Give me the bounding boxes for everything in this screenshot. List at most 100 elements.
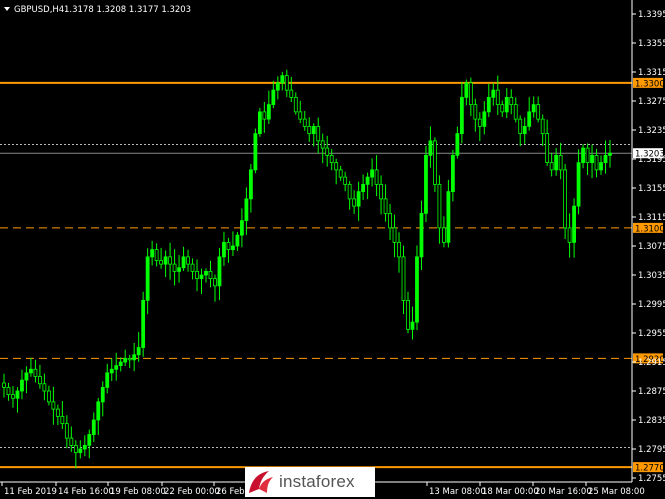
candle-body <box>334 162 339 171</box>
price-tick-label: 1.3315 <box>638 68 665 78</box>
candle-body <box>118 361 123 367</box>
candle-body <box>172 263 177 272</box>
logo-text: instaforex <box>279 472 355 491</box>
candle-body <box>78 448 83 454</box>
candle-body <box>271 89 276 106</box>
candle-body <box>365 176 370 185</box>
candle-body <box>69 437 74 446</box>
candle-body <box>504 96 509 113</box>
candle-body <box>293 96 298 113</box>
candle-body <box>253 133 258 171</box>
candle-body <box>576 162 581 207</box>
candle-body <box>446 191 451 243</box>
price-tick-label: 1.2955 <box>638 329 665 339</box>
symbol-label: GBPUSD,H4 <box>14 5 64 15</box>
candle-body <box>109 368 114 374</box>
candle-body <box>127 357 132 361</box>
candle-body <box>82 444 87 450</box>
candle-body <box>199 274 204 280</box>
candle-body <box>55 408 60 417</box>
candle-body <box>87 434 92 446</box>
instaforex-logo: instaforex <box>245 467 375 497</box>
time-tick-label: 22 Feb 00:00 <box>164 487 220 497</box>
candle-body <box>540 118 545 135</box>
candle-body <box>356 191 361 207</box>
candle-body <box>186 256 190 265</box>
candle-body <box>163 256 168 265</box>
level-price-tag-label: 1.2770 <box>635 464 665 474</box>
candle-body <box>513 104 518 120</box>
price-tick-label: 1.2755 <box>638 474 665 484</box>
price-tick-label: 1.3235 <box>638 126 665 136</box>
candle-body <box>464 82 469 98</box>
candle-body <box>33 368 38 377</box>
candle-body <box>150 249 155 258</box>
candle-body <box>419 212 424 258</box>
candle-body <box>231 245 235 251</box>
candle-body <box>459 96 464 135</box>
price-tick-label: 1.3275 <box>638 97 665 107</box>
candle-body <box>177 267 181 272</box>
candle-body <box>450 154 455 193</box>
candle-body <box>442 227 446 243</box>
candle-body <box>383 198 388 214</box>
candle-body <box>204 270 208 276</box>
candle-body <box>437 183 442 229</box>
price-chart[interactable]: 1.33001.31001.29201.2770 1.33951.33551.3… <box>0 0 665 499</box>
candle-body <box>64 423 69 439</box>
candle-body <box>585 147 590 164</box>
candle-body <box>527 111 532 127</box>
price-tick-label: 1.3395 <box>638 10 665 20</box>
candle-body <box>181 256 186 269</box>
time-tick-label: 25 Mar 08:00 <box>588 487 645 497</box>
candle-body <box>392 227 397 243</box>
time-tick-label: 18 Mar 00:00 <box>482 487 539 497</box>
candle-body <box>320 140 325 149</box>
candle-body <box>266 104 271 120</box>
candle-body <box>374 169 379 185</box>
dropdown-triangle-icon[interactable] <box>4 7 10 11</box>
axes: 1.33951.33551.33151.32751.32351.31951.31… <box>0 0 665 497</box>
chart-window[interactable]: 1.3300 1.3100 1.2920 1.2770 1.3395 1.3355 1.3… <box>0 0 665 499</box>
candle-body <box>302 118 307 127</box>
candle-body <box>289 89 294 98</box>
candle-body <box>522 125 527 135</box>
candle-body <box>91 419 96 435</box>
candle-body <box>217 256 222 287</box>
candle-body <box>73 444 78 454</box>
level-price-tag-label: 1.3300 <box>635 79 665 89</box>
candle-body <box>558 154 563 171</box>
candle-body <box>491 89 496 98</box>
candle-body <box>24 372 29 381</box>
candle-body <box>132 354 137 361</box>
candle-body <box>397 241 401 258</box>
candle-body <box>100 386 105 403</box>
price-tick-label: 1.3355 <box>638 39 665 49</box>
candle-body <box>235 234 240 247</box>
candle-body <box>154 249 159 261</box>
candle-body <box>42 383 47 392</box>
candle-body <box>536 104 541 120</box>
candle-body <box>222 241 226 258</box>
candle-body <box>298 111 303 120</box>
candle-body <box>145 256 150 301</box>
candle-body <box>168 256 172 265</box>
candle-body <box>213 278 217 287</box>
candle-body <box>325 147 330 156</box>
candle-body <box>96 401 101 421</box>
candle-body <box>307 125 312 135</box>
candle-body <box>257 111 262 135</box>
candle-body <box>410 321 415 330</box>
price-tick-label: 1.2995 <box>638 300 665 310</box>
candle-body <box>6 386 11 396</box>
candle-body <box>545 133 550 164</box>
logo-mark-icon <box>245 467 279 497</box>
candle-body <box>262 111 267 120</box>
price-tick-label: 1.2795 <box>638 445 665 455</box>
candle-body <box>468 82 473 106</box>
candle-body <box>280 75 285 84</box>
candle-body <box>594 154 599 171</box>
candle-body <box>159 260 164 265</box>
candle-body <box>38 376 42 385</box>
candle-body <box>51 401 56 410</box>
